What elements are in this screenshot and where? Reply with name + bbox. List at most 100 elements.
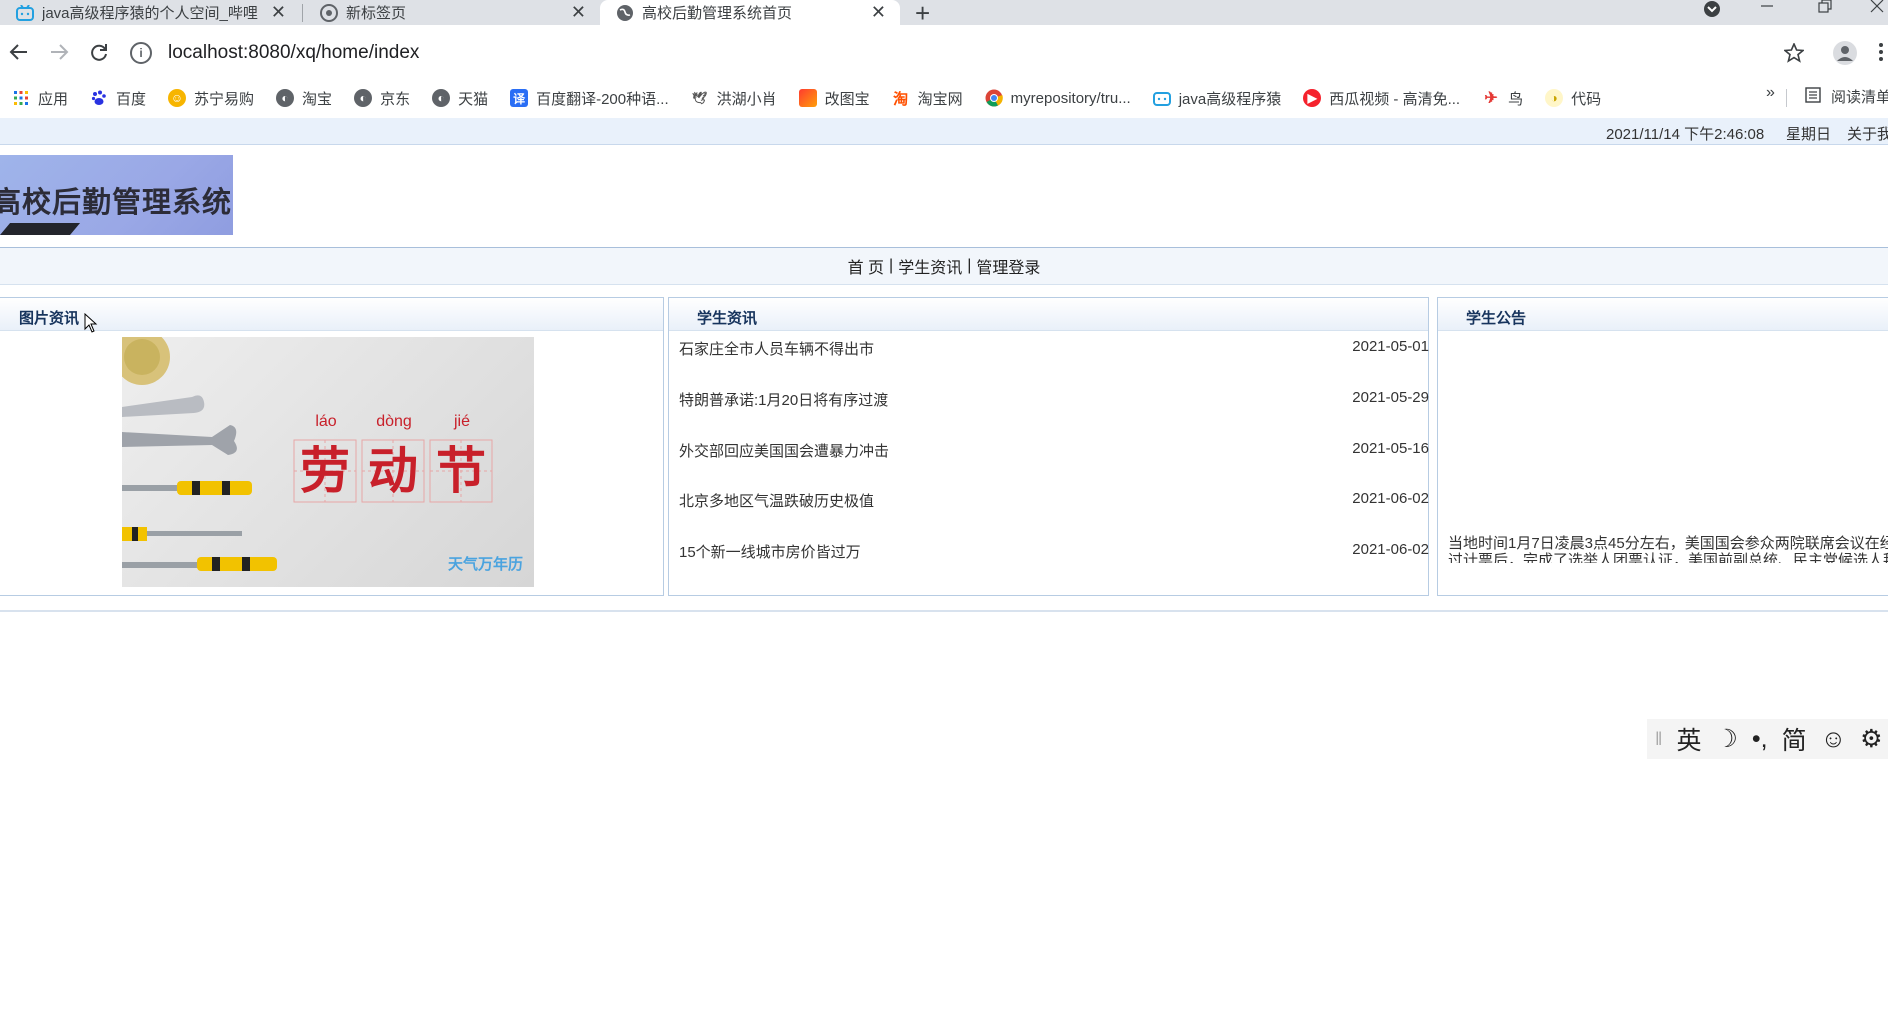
news-title[interactable]: 外交部回应美国国会遭暴力冲击 — [679, 440, 889, 461]
news-item[interactable]: 15个新一线城市房价皆过万 2021-06-02 — [679, 541, 1429, 562]
browser-menu-icon[interactable] — [1878, 42, 1884, 67]
tab-new-tab[interactable]: 新标签页 ✕ — [304, 0, 600, 25]
close-tab-icon[interactable]: ✕ — [571, 2, 586, 23]
tab-active-page[interactable]: 高校后勤管理系统首页 ✕ — [600, 0, 900, 25]
close-window-icon[interactable] — [1870, 0, 1884, 18]
bookmark-honghu[interactable]: 🕊 洪湖小肖 — [691, 88, 777, 109]
reading-list-icon — [1805, 86, 1821, 107]
xigua-icon: ▶ — [1303, 89, 1322, 107]
bookmark-baidu-translate[interactable]: 译 百度翻译-200种语... — [510, 88, 669, 109]
main-nav: 首 页 | 学生资讯 | 管理登录 — [0, 247, 1888, 285]
minimize-icon[interactable] — [1760, 0, 1774, 18]
top-info-bar: 2021/11/14 下午2:46:08 星期日 关于我 — [0, 118, 1888, 145]
bookmark-label: 百度翻译-200种语... — [536, 90, 669, 108]
bird-red-icon: ✈ — [1484, 90, 1498, 107]
ime-language-toggle[interactable]: 英 — [1676, 721, 1701, 757]
news-title[interactable]: 石家庄全市人员车辆不得出市 — [679, 338, 874, 359]
notice-line: 当地时间1月7日凌晨3点45分左右，美国国会参众两院联席会议在经 — [1448, 535, 1888, 552]
picture-news-panel: 图片资讯 láo dòng jié 劳 动 节 天气万年历 — [0, 297, 664, 596]
restore-icon[interactable] — [1818, 0, 1832, 18]
image-icon — [798, 89, 817, 107]
code-icon: ◑ — [1545, 89, 1564, 107]
notice-line: 过计票后，完成了选举人团票认证，美国前副总统、民主党候选人拜 — [1448, 552, 1888, 563]
profile-avatar-icon[interactable] — [1833, 41, 1857, 70]
ime-simplified-toggle[interactable]: 简 — [1782, 721, 1807, 757]
bookmark-baidu[interactable]: 百度 — [90, 88, 146, 109]
back-icon[interactable] — [9, 42, 29, 68]
bookmark-myrepository[interactable]: myrepository/tru... — [985, 89, 1131, 107]
bilibili-icon — [1152, 89, 1171, 107]
bookmark-bird[interactable]: ✈ 鸟 — [1482, 88, 1523, 109]
image-brand: 天气万年历 — [448, 556, 524, 573]
ime-toolbar: ‖ 英 ☽ •, 简 ☺ ⚙ — [1647, 719, 1888, 759]
news-title[interactable]: 北京多地区气温跌破历史极值 — [679, 490, 874, 511]
site-info-icon[interactable]: i — [130, 42, 152, 64]
bookmark-label: 代码 — [1571, 90, 1602, 108]
nav-home[interactable]: 首 页 — [848, 254, 884, 278]
news-title[interactable]: 特朗普承诺:1月20日将有序过渡 — [679, 389, 888, 410]
bookmark-jd[interactable]: ◐ 京东 — [354, 88, 410, 109]
bookmark-taobao-net[interactable]: 淘 淘宝网 — [892, 88, 963, 109]
news-item[interactable]: 特朗普承诺:1月20日将有序过渡 2021-05-29 — [679, 389, 1429, 410]
bookmark-label: myrepository/tru... — [1010, 89, 1131, 107]
char-lao: 劳 — [300, 443, 350, 499]
news-date: 2021-05-16 — [1352, 440, 1429, 457]
ime-punctuation-icon[interactable]: •, — [1752, 725, 1768, 754]
banner-decoration — [0, 223, 81, 235]
pinyin-dong: dòng — [376, 413, 412, 430]
current-datetime: 2021/11/14 下午2:46:08 — [1606, 126, 1765, 143]
bookmark-java-bilibili[interactable]: java高级程序猿 — [1152, 88, 1282, 109]
tab-bilibili[interactable]: java高级程序猿的个人空间_哔哩 ✕ — [0, 0, 300, 25]
reload-icon[interactable] — [89, 42, 109, 68]
news-item[interactable]: 外交部回应美国国会遭暴力冲击 2021-05-16 — [679, 440, 1429, 461]
baidu-paw-icon — [90, 89, 108, 107]
globe-icon: ◐ — [432, 89, 451, 107]
news-item[interactable]: 北京多地区气温跌破历史极值 2021-06-02 — [679, 490, 1429, 511]
ime-drag-handle[interactable]: ‖ — [1655, 729, 1662, 750]
close-tab-icon[interactable]: ✕ — [871, 2, 886, 23]
bookmark-xigua[interactable]: ▶ 西瓜视频 - 高清免... — [1303, 88, 1460, 109]
news-title[interactable]: 15个新一线城市房价皆过万 — [679, 541, 861, 562]
student-notice-panel: 学生公告 当地时间1月7日凌晨3点45分左右，美国国会参众两院联席会议在经 过计… — [1437, 297, 1888, 596]
ime-moon-icon[interactable]: ☽ — [1715, 724, 1737, 754]
bookmark-gaitubao[interactable]: 改图宝 — [798, 88, 870, 109]
ime-emoji-icon[interactable]: ☺ — [1821, 725, 1847, 754]
tab-search-icon[interactable] — [1703, 0, 1721, 23]
bird-icon: 🕊 — [692, 91, 708, 105]
pinyin-lao: láo — [315, 413, 337, 430]
bookmark-label: 百度 — [116, 90, 147, 108]
close-tab-icon[interactable]: ✕ — [271, 2, 286, 23]
nav-separator: | — [967, 257, 972, 274]
suning-icon: ☺ — [168, 89, 187, 107]
bookmark-label: java高级程序猿 — [1178, 90, 1282, 108]
url-text: localhost:8080/xq/home/index — [168, 42, 420, 63]
bookmark-apps[interactable]: 应用 — [12, 88, 68, 109]
tab-title: 新标签页 — [346, 5, 407, 22]
ime-settings-icon[interactable]: ⚙ — [1860, 724, 1882, 754]
news-item[interactable]: 石家庄全市人员车辆不得出市 2021-05-01 — [679, 338, 1429, 359]
about-me-link[interactable]: 关于我 — [1847, 123, 1888, 144]
apps-grid-icon — [12, 89, 30, 107]
globe-icon: ◐ — [354, 89, 373, 107]
labor-day-image[interactable]: láo dòng jié 劳 动 节 天气万年历 — [122, 337, 534, 587]
bookmark-star-icon[interactable] — [1782, 41, 1806, 68]
notice-marquee[interactable]: 当地时间1月7日凌晨3点45分左右，美国国会参众两院联席会议在经 过计票后，完成… — [1448, 535, 1888, 563]
site-banner: 高校后勤管理系统 — [0, 155, 233, 235]
bookmark-label: 改图宝 — [824, 90, 870, 108]
bookmark-suning[interactable]: ☺ 苏宁易购 — [168, 88, 254, 109]
bookmark-code[interactable]: ◑ 代码 — [1545, 88, 1601, 109]
tab-title: 高校后勤管理系统首页 — [642, 5, 793, 22]
tab-divider — [302, 4, 303, 22]
bookmarks-more-icon[interactable]: » — [1766, 84, 1775, 102]
taobao-icon: 淘 — [893, 90, 909, 108]
address-bar[interactable]: i localhost:8080/xq/home/index — [130, 37, 1810, 69]
news-date: 2021-05-01 — [1352, 338, 1429, 355]
bookmark-taobao[interactable]: ◐ 淘宝 — [276, 88, 332, 109]
bookmarks-bar: 应用 百度 ☺ 苏宁易购 ◐ 淘宝 ◐ 京东 ◐ 天猫 译 百度翻译-200种语… — [0, 81, 1888, 115]
reading-list[interactable]: 阅读清单 — [1805, 86, 1888, 107]
nav-admin-login[interactable]: 管理登录 — [976, 254, 1040, 278]
bookmark-tmall[interactable]: ◐ 天猫 — [432, 88, 488, 109]
nav-student-news[interactable]: 学生资讯 — [898, 254, 962, 278]
bookmark-label: 天猫 — [458, 90, 489, 108]
forward-icon[interactable] — [49, 42, 69, 68]
